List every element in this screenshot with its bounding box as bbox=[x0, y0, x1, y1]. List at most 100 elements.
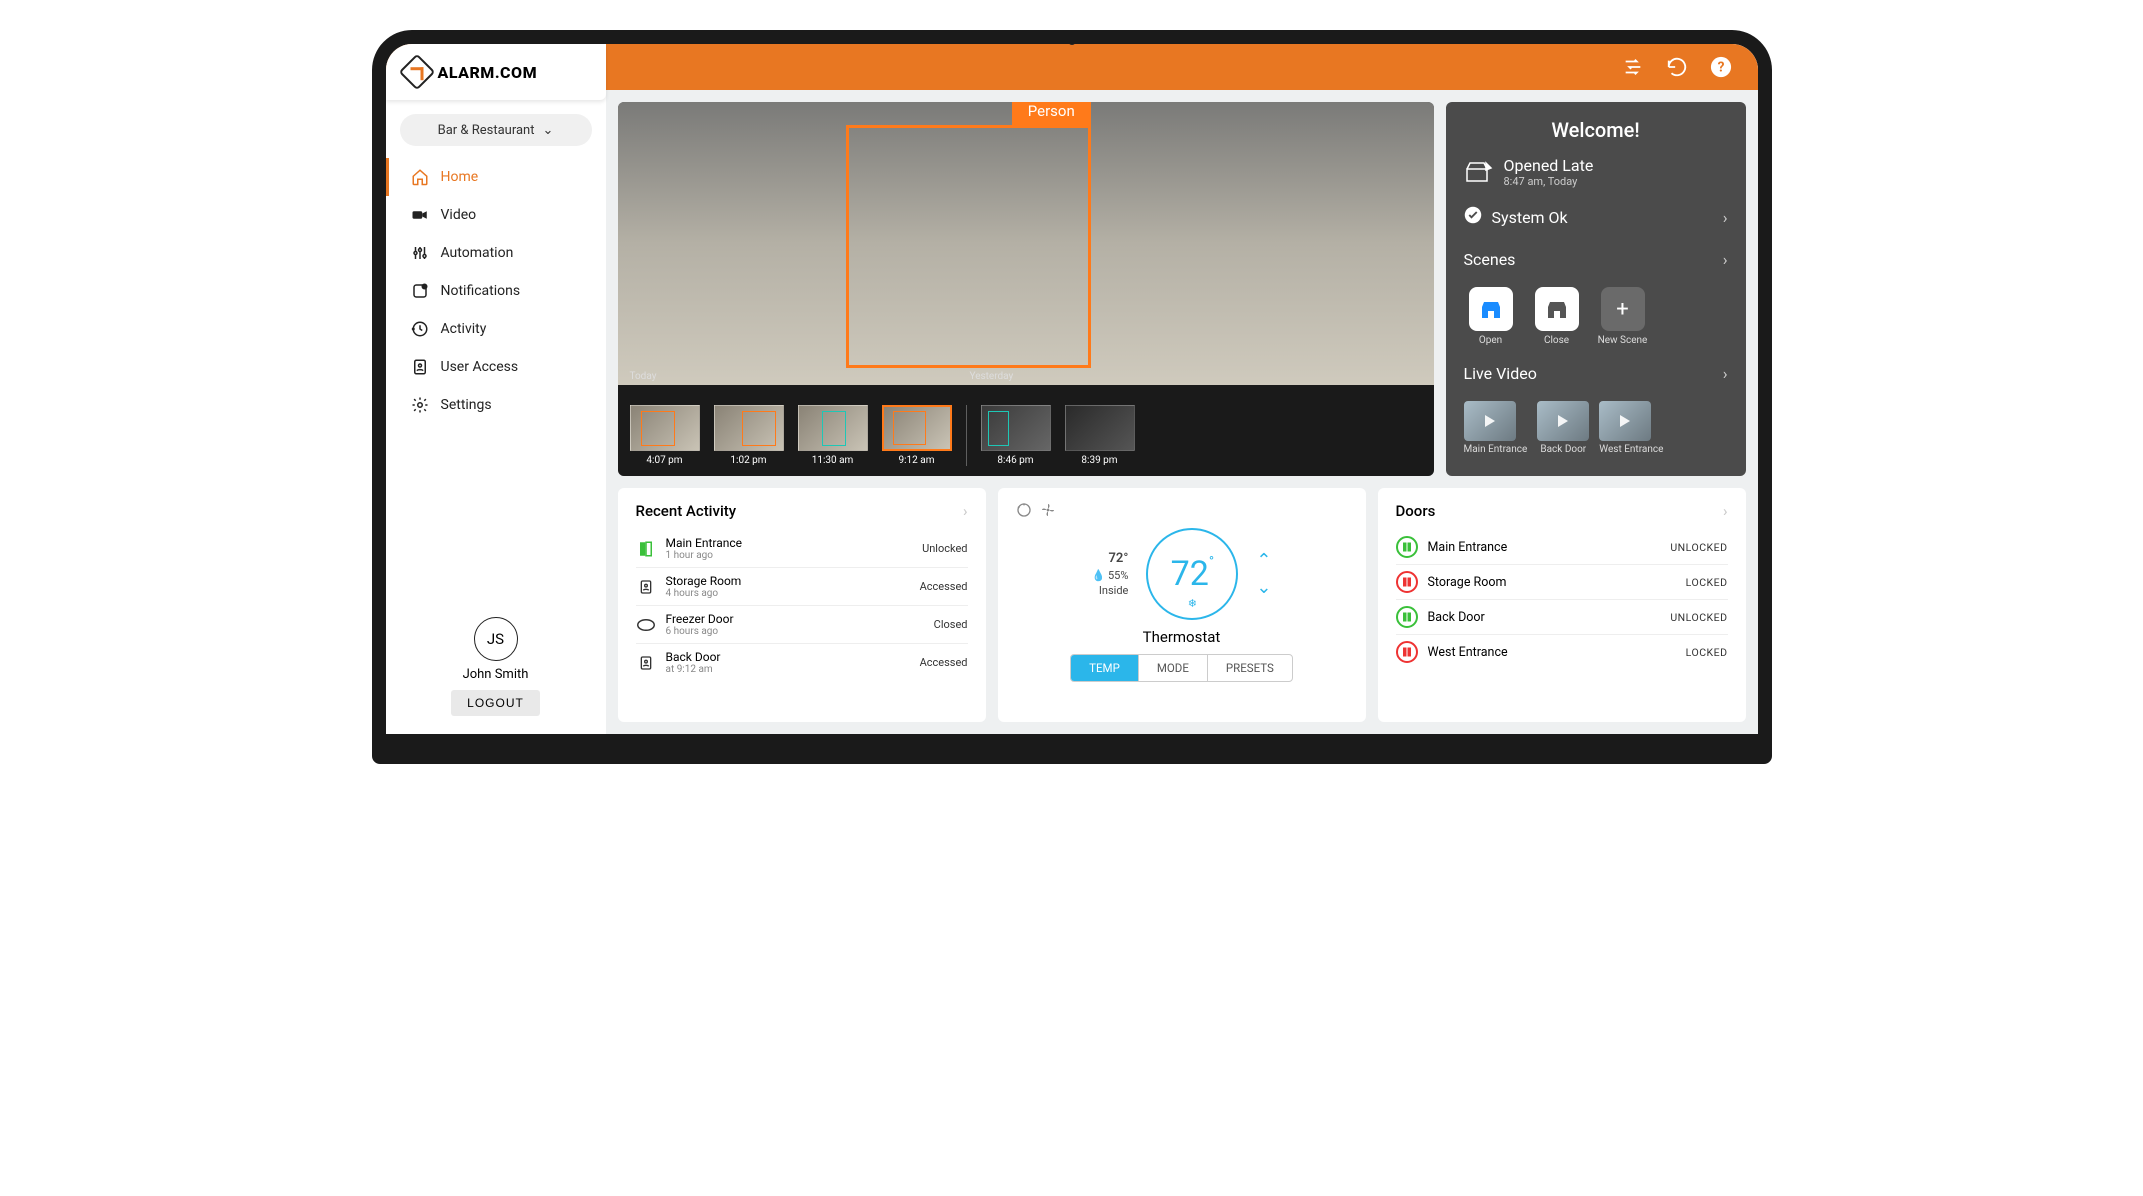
seg-temp[interactable]: TEMP bbox=[1071, 655, 1138, 681]
brand-logo[interactable]: ALARM.COM bbox=[386, 44, 606, 100]
chevron-right-icon: › bbox=[963, 502, 968, 520]
welcome-panel: Welcome! Opened Late 8:47 am, Today Syst… bbox=[1446, 102, 1746, 476]
doors-header[interactable]: Doors› bbox=[1396, 502, 1728, 520]
chevron-right-icon: › bbox=[1723, 502, 1728, 520]
main-content: Person Today Yesterday 4:07 pm 1:02 pm 1… bbox=[606, 90, 1758, 734]
video-timeline: Today Yesterday 4:07 pm 1:02 pm 11:30 am… bbox=[618, 385, 1434, 476]
directions-icon[interactable] bbox=[1622, 56, 1644, 78]
chevron-right-icon: › bbox=[1723, 364, 1728, 383]
sidebar-item-activity[interactable]: Activity bbox=[386, 310, 606, 348]
door-row[interactable]: Back Door UNLOCKED bbox=[1396, 599, 1728, 634]
location-selector[interactable]: Bar & Restaurant ⌄ bbox=[400, 114, 592, 146]
sidebar-item-notifications[interactable]: Notifications bbox=[386, 272, 606, 310]
sidebar-item-automation[interactable]: Automation bbox=[386, 234, 606, 272]
notification-icon bbox=[411, 282, 429, 300]
home-icon bbox=[411, 168, 429, 186]
thumb[interactable]: 11:30 am bbox=[796, 405, 870, 466]
user-name: John Smith bbox=[386, 667, 606, 682]
timeline-divider bbox=[966, 405, 967, 466]
thermostat-segment: TEMP MODE PRESETS bbox=[1070, 654, 1293, 682]
door-row[interactable]: Storage Room LOCKED bbox=[1396, 564, 1728, 599]
thumb[interactable]: 8:46 pm bbox=[979, 405, 1053, 466]
opened-label: Opened Late bbox=[1504, 156, 1594, 175]
door-row[interactable]: West Entrance LOCKED bbox=[1396, 634, 1728, 669]
video-feed[interactable]: Person bbox=[618, 102, 1434, 385]
app-screen: ALARM.COM ? Bar & Restaurant ⌄ Home bbox=[386, 44, 1758, 734]
detection-box: Person bbox=[846, 125, 1091, 369]
activity-icon bbox=[636, 539, 656, 559]
system-status-row[interactable]: System Ok › bbox=[1464, 202, 1728, 232]
activity-row[interactable]: Main Entrance1 hour ago Unlocked bbox=[636, 530, 968, 567]
door-status-icon bbox=[1396, 571, 1418, 593]
fan-icon[interactable] bbox=[1040, 502, 1056, 522]
doors-card: Doors› Main Entrance UNLOCKED Storage Ro… bbox=[1378, 488, 1746, 722]
live-west-entrance[interactable]: West Entrance bbox=[1599, 401, 1663, 455]
temp-down-button[interactable]: ⌄ bbox=[1256, 577, 1271, 598]
door-row[interactable]: Main Entrance UNLOCKED bbox=[1396, 530, 1728, 564]
activity-row[interactable]: Back Doorat 9:12 am Accessed bbox=[636, 643, 968, 681]
live-back-door[interactable]: Back Door bbox=[1537, 401, 1589, 455]
door-status-icon bbox=[1396, 536, 1418, 558]
live-label: Live Video bbox=[1464, 364, 1537, 383]
seg-mode[interactable]: MODE bbox=[1138, 655, 1207, 681]
thumb[interactable]: 8:39 pm bbox=[1063, 405, 1137, 466]
door-status-icon bbox=[1396, 606, 1418, 628]
help-icon[interactable]: ? bbox=[1710, 56, 1732, 78]
timeline-group-yesterday: Yesterday bbox=[970, 371, 1014, 382]
chevron-right-icon: › bbox=[1723, 250, 1728, 269]
thermostat-name: Thermostat bbox=[1143, 628, 1221, 646]
system-status-label: System Ok bbox=[1492, 208, 1568, 227]
avatar[interactable]: JS bbox=[474, 617, 518, 661]
activity-icon bbox=[411, 320, 429, 338]
thumb-selected[interactable]: 9:12 am bbox=[880, 405, 954, 466]
thermostat-dial[interactable]: 72° ❄ bbox=[1146, 528, 1238, 620]
activity-row[interactable]: Storage Room4 hours ago Accessed bbox=[636, 567, 968, 605]
sidebar-label: Activity bbox=[441, 321, 487, 337]
activity-icon bbox=[636, 577, 656, 597]
timeline-group-today: Today bbox=[630, 371, 657, 382]
chevron-right-icon: › bbox=[1723, 208, 1728, 227]
detection-label: Person bbox=[1012, 102, 1091, 125]
sidebar-label: Video bbox=[441, 207, 477, 223]
video-card: Person Today Yesterday 4:07 pm 1:02 pm 1… bbox=[618, 102, 1434, 476]
sidebar-item-user-access[interactable]: User Access bbox=[386, 348, 606, 386]
scene-open[interactable]: Open bbox=[1464, 287, 1518, 346]
schedule-icon[interactable] bbox=[1016, 502, 1032, 522]
door-status-icon bbox=[1396, 641, 1418, 663]
logo-icon bbox=[398, 54, 435, 91]
scenes-label: Scenes bbox=[1464, 250, 1516, 269]
activity-icon bbox=[636, 653, 656, 673]
svg-text:?: ? bbox=[1717, 60, 1724, 76]
thumb[interactable]: 4:07 pm bbox=[628, 405, 702, 466]
sidebar-item-home[interactable]: Home bbox=[386, 158, 606, 196]
activity-icon bbox=[636, 615, 656, 635]
sidebar: Bar & Restaurant ⌄ Home Video Automation… bbox=[386, 90, 606, 734]
live-video-header[interactable]: Live Video › bbox=[1464, 360, 1728, 387]
scene-new[interactable]: + New Scene bbox=[1596, 287, 1650, 346]
recent-activity-card: Recent Activity› Main Entrance1 hour ago… bbox=[618, 488, 986, 722]
activity-row[interactable]: Freezer Door6 hours ago Closed bbox=[636, 605, 968, 643]
chevron-down-icon: ⌄ bbox=[542, 123, 553, 138]
sidebar-label: Notifications bbox=[441, 283, 521, 299]
sidebar-item-settings[interactable]: Settings bbox=[386, 386, 606, 424]
opened-late: Opened Late 8:47 am, Today bbox=[1464, 156, 1728, 188]
thumb[interactable]: 1:02 pm bbox=[712, 405, 786, 466]
user-access-icon bbox=[411, 358, 429, 376]
scene-close[interactable]: Close bbox=[1530, 287, 1584, 346]
check-circle-icon bbox=[1464, 206, 1482, 228]
brand-text: ALARM.COM bbox=[438, 63, 538, 82]
sliders-icon bbox=[411, 244, 429, 262]
thermostat-card: 72° 💧 55% Inside 72° ❄ ⌃ ⌄ Thermostat bbox=[998, 488, 1366, 722]
temp-up-button[interactable]: ⌃ bbox=[1256, 550, 1271, 571]
sidebar-label: User Access bbox=[441, 359, 519, 375]
activity-header[interactable]: Recent Activity› bbox=[636, 502, 968, 520]
gear-icon bbox=[411, 396, 429, 414]
sidebar-item-video[interactable]: Video bbox=[386, 196, 606, 234]
video-icon bbox=[411, 206, 429, 224]
live-main-entrance[interactable]: Main Entrance bbox=[1464, 401, 1528, 455]
logout-button[interactable]: LOGOUT bbox=[451, 690, 540, 716]
seg-presets[interactable]: PRESETS bbox=[1207, 655, 1292, 681]
refresh-icon[interactable] bbox=[1666, 56, 1688, 78]
scenes-header[interactable]: Scenes › bbox=[1464, 246, 1728, 273]
snowflake-icon: ❄ bbox=[1188, 597, 1197, 610]
